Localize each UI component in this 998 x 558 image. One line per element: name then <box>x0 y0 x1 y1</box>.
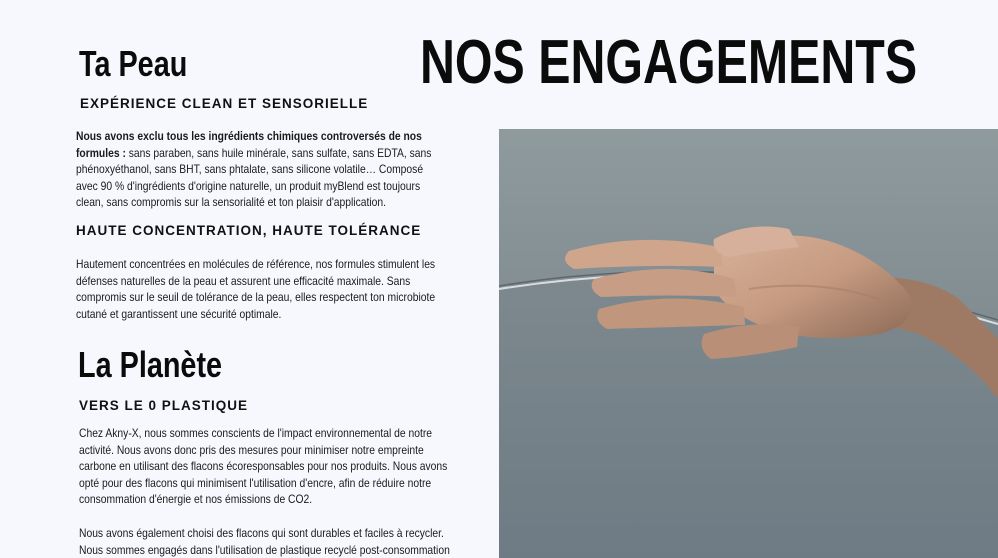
paragraph-tolerance: Hautement concentrées en molécules de ré… <box>76 257 436 321</box>
paragraph-planet-1: Chez Akny-X, nous sommes conscients de l… <box>79 426 448 507</box>
page-title: NOS ENGAGEMENTS <box>420 28 918 97</box>
section-title-skin: Ta Peau <box>79 43 188 84</box>
paragraph-clean-text: sans paraben, sans huile minérale, sans … <box>76 145 432 210</box>
section-title-planet: La Planète <box>78 344 223 385</box>
paragraph-planet-2: Nous avons également choisi des flacons … <box>79 526 450 557</box>
hand-illustration <box>499 129 998 558</box>
paragraph-clean: Nous avons exclu tous les ingrédients ch… <box>76 128 448 211</box>
subtitle-high-tolerance: HAUTE CONCENTRATION, HAUTE TOLÉRANCE <box>76 223 422 238</box>
subtitle-clean-experience: EXPÉRIENCE CLEAN ET SENSORIELLE <box>80 96 369 111</box>
subtitle-zero-plastic: VERS LE 0 PLASTIQUE <box>79 398 249 413</box>
hand-over-mirror-photo <box>499 129 998 558</box>
